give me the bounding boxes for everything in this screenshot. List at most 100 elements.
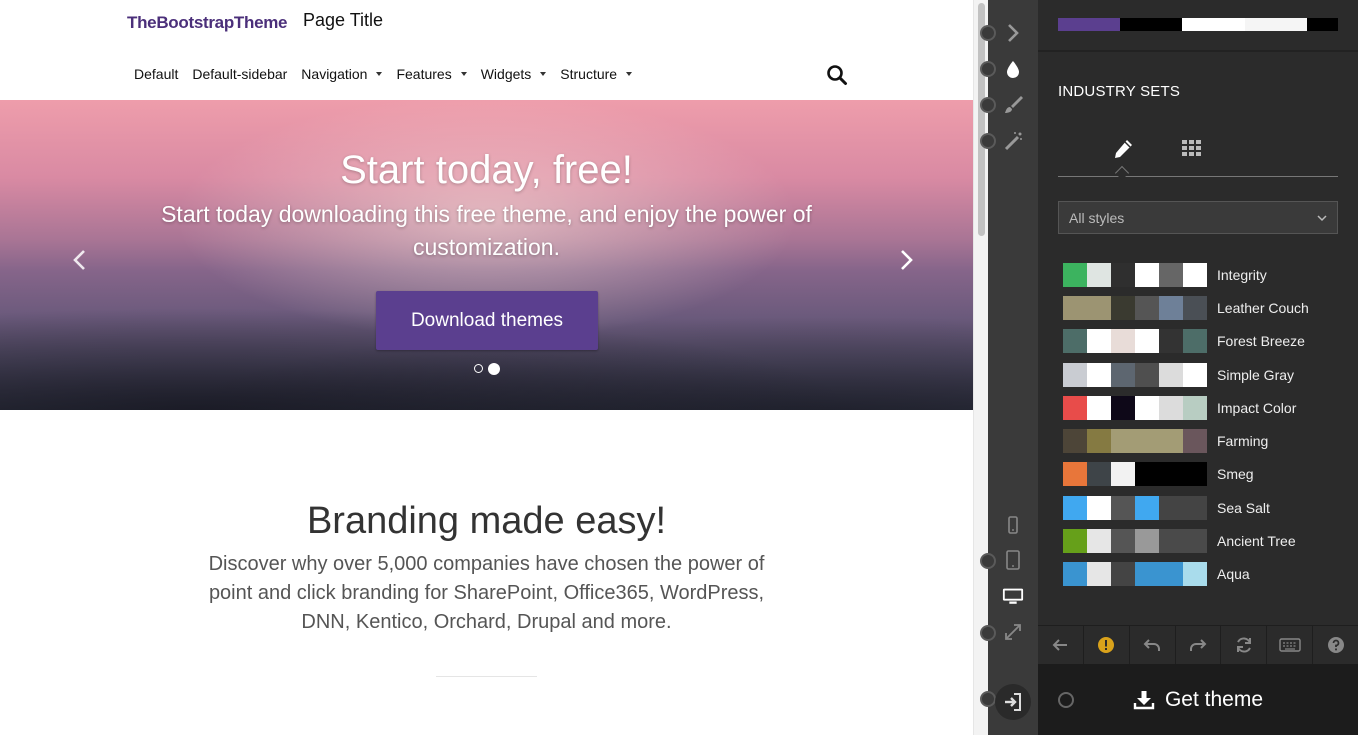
toolbar-marker <box>980 625 996 641</box>
carousel-prev-icon[interactable] <box>68 248 92 272</box>
palette-row[interactable]: Ancient Tree <box>1063 524 1343 557</box>
expand-icon[interactable] <box>1002 621 1024 643</box>
caret-down-icon <box>460 72 467 76</box>
toolbar-marker <box>980 553 996 569</box>
swatch <box>1063 562 1087 587</box>
desktop-icon[interactable] <box>1002 585 1024 607</box>
swatch <box>1087 429 1111 454</box>
toolbar-marker <box>1058 692 1074 708</box>
nav-label: Widgets <box>480 66 532 82</box>
toolbar-marker <box>980 97 996 113</box>
palette-row[interactable]: Farming <box>1063 424 1343 457</box>
swatch <box>1111 429 1135 454</box>
swatch <box>1183 529 1207 554</box>
style-filter-select[interactable]: All styles <box>1058 201 1338 234</box>
chevron-right-icon[interactable] <box>1002 22 1024 44</box>
swatch <box>1159 262 1183 287</box>
swatch <box>1159 462 1183 487</box>
phone-icon[interactable] <box>1002 514 1024 536</box>
nav-item-default[interactable]: Default <box>127 66 185 82</box>
palette-list: Integrity Leather Couch Forest Breeze Simpl… <box>1063 258 1343 591</box>
palette-swatches <box>1063 495 1207 520</box>
download-themes-button[interactable]: Download themes <box>376 291 598 350</box>
palette-name: Ancient Tree <box>1217 533 1296 550</box>
palette-name: Integrity <box>1217 266 1267 283</box>
palette-row[interactable]: Aqua <box>1063 558 1343 591</box>
carousel-indicator-active[interactable] <box>488 363 500 375</box>
editor-toolbar <box>980 0 1038 735</box>
swatch <box>1159 295 1183 320</box>
swatch <box>1159 529 1183 554</box>
swatch <box>1087 329 1111 354</box>
redo-icon[interactable] <box>1176 626 1222 664</box>
toolbar-marker <box>980 133 996 149</box>
swatch <box>1183 495 1207 520</box>
palette-name: Farming <box>1217 433 1269 450</box>
swatch <box>1111 395 1135 420</box>
swatch <box>1135 495 1159 520</box>
swatch <box>1063 462 1087 487</box>
search-icon[interactable] <box>826 64 848 86</box>
carousel-indicator[interactable] <box>474 364 483 373</box>
help-icon[interactable] <box>1313 626 1358 664</box>
swatch <box>1111 295 1135 320</box>
carousel-next-icon[interactable] <box>894 248 918 272</box>
style-filter-value: All styles <box>1069 209 1125 226</box>
magic-wand-icon[interactable] <box>1002 130 1024 152</box>
swatch <box>1111 262 1135 287</box>
undo-icon[interactable] <box>1130 626 1176 664</box>
keyboard-icon[interactable] <box>1267 626 1314 664</box>
swatch <box>1111 329 1135 354</box>
pencil-icon[interactable] <box>1111 138 1135 160</box>
main-nav: Default Default-sidebar Navigation Featu… <box>127 66 639 82</box>
warning-icon[interactable] <box>1084 626 1130 664</box>
swatch <box>1063 262 1087 287</box>
droplet-icon[interactable] <box>1002 58 1024 80</box>
swatch <box>1111 362 1135 387</box>
nav-item-features[interactable]: Features <box>389 66 473 82</box>
arrow-left-icon[interactable] <box>1038 626 1084 664</box>
grid-icon[interactable] <box>1180 138 1204 160</box>
site-brand[interactable]: TheBootstrapTheme <box>127 13 288 33</box>
palette-swatches <box>1063 295 1207 320</box>
current-theme-swatch[interactable] <box>1058 18 1338 31</box>
swatch <box>1183 329 1207 354</box>
toolbar-marker <box>980 61 996 77</box>
swatch <box>1244 18 1307 31</box>
sign-in-icon[interactable] <box>995 684 1031 720</box>
palette-row[interactable]: Impact Color <box>1063 391 1343 424</box>
section-divider <box>436 676 537 677</box>
palette-row[interactable]: Integrity <box>1063 258 1343 291</box>
toolbar-marker <box>980 691 996 707</box>
swatch <box>1159 362 1183 387</box>
swatch <box>1087 562 1111 587</box>
swatch <box>1159 562 1183 587</box>
nav-item-structure[interactable]: Structure <box>553 66 639 82</box>
nav-item-widgets[interactable]: Widgets <box>474 66 554 82</box>
palette-row[interactable]: Leather Couch <box>1063 291 1343 324</box>
palette-name: Aqua <box>1217 566 1250 583</box>
nav-item-default-sidebar[interactable]: Default-sidebar <box>185 66 294 82</box>
theme-panel: INDUSTRY SETS All styles Integrity Leathe… <box>1038 0 1358 735</box>
swatch <box>1159 429 1183 454</box>
nav-item-navigation[interactable]: Navigation <box>294 66 389 82</box>
swatch <box>1087 295 1111 320</box>
swatch <box>1183 395 1207 420</box>
swatch <box>1135 362 1159 387</box>
palette-row[interactable]: Sea Salt <box>1063 491 1343 524</box>
swatch <box>1087 395 1111 420</box>
palette-row[interactable]: Smeg <box>1063 458 1343 491</box>
swatch <box>1087 262 1111 287</box>
palette-swatches <box>1063 262 1207 287</box>
nav-label: Default <box>134 66 179 82</box>
tablet-icon[interactable] <box>1002 549 1024 571</box>
palette-row[interactable]: Forest Breeze <box>1063 325 1343 358</box>
swatch <box>1183 295 1207 320</box>
nav-label: Default-sidebar <box>192 66 288 82</box>
swatch <box>1135 295 1159 320</box>
brush-icon[interactable] <box>1002 94 1024 116</box>
get-theme-button[interactable]: Get theme <box>1038 664 1358 735</box>
refresh-icon[interactable] <box>1221 626 1268 664</box>
palette-swatches <box>1063 462 1207 487</box>
palette-row[interactable]: Simple Gray <box>1063 358 1343 391</box>
